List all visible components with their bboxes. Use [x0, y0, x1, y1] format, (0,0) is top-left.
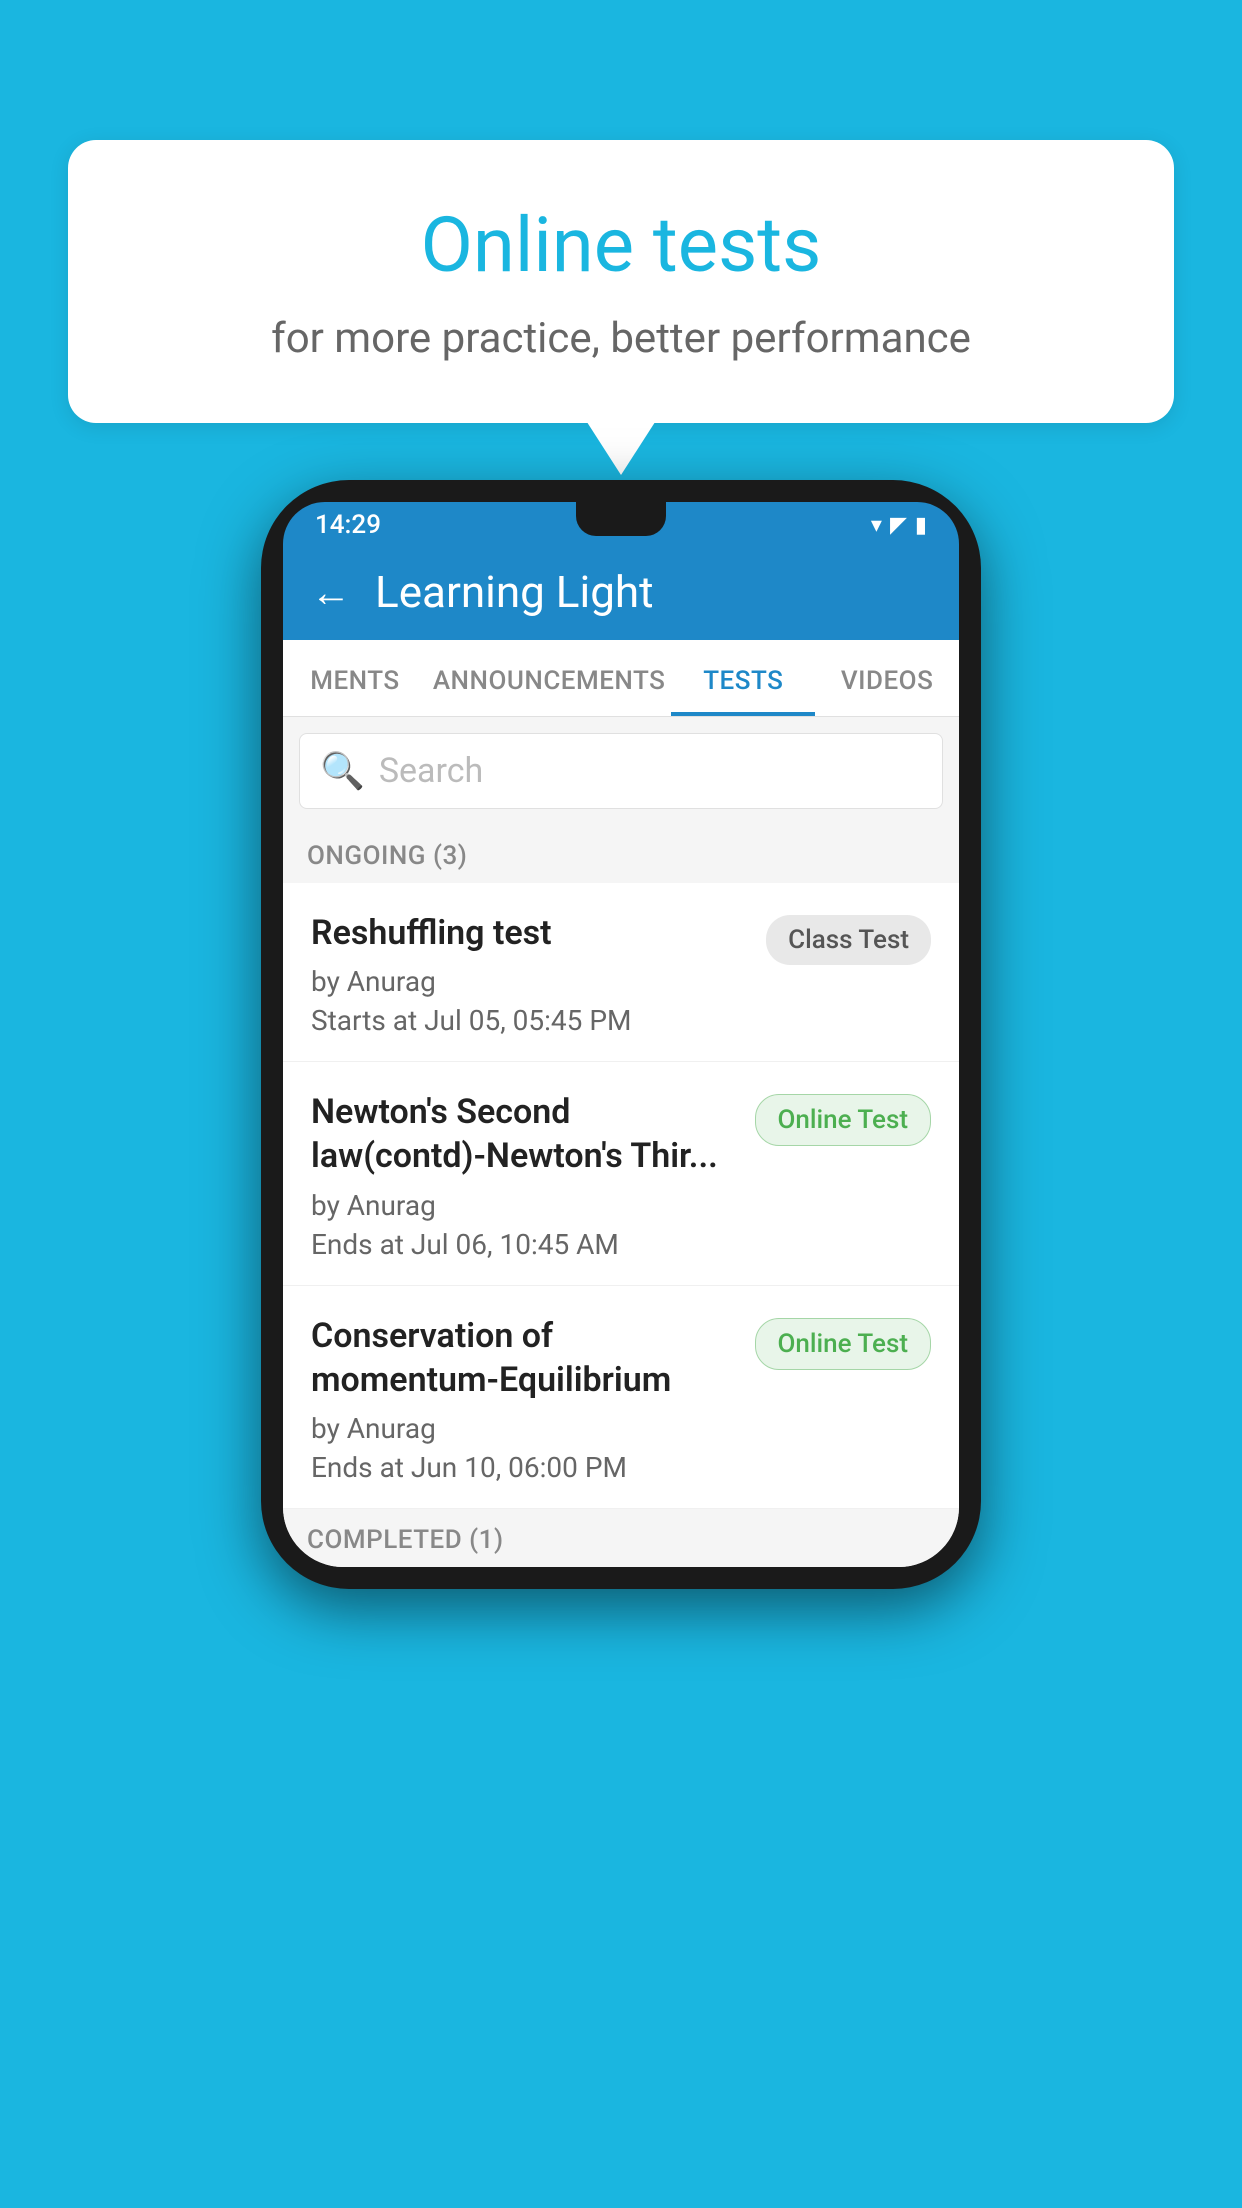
- test-item[interactable]: Conservation of momentum-Equilibrium by …: [283, 1286, 959, 1509]
- bubble-subtitle: for more practice, better performance: [148, 314, 1094, 363]
- test-info: Conservation of momentum-Equilibrium by …: [311, 1314, 739, 1484]
- test-list: Reshuffling test by Anurag Starts at Jul…: [283, 883, 959, 1509]
- test-item[interactable]: Newton's Second law(contd)-Newton's Thir…: [283, 1062, 959, 1285]
- tab-tests[interactable]: TESTS: [671, 640, 815, 716]
- phone-screen: ← Learning Light MENTS ANNOUNCEMENTS TES…: [283, 544, 959, 1567]
- tab-ments[interactable]: MENTS: [283, 640, 427, 716]
- test-info: Newton's Second law(contd)-Newton's Thir…: [311, 1090, 739, 1260]
- ongoing-section-header: ONGOING (3): [283, 825, 959, 883]
- phone-time: 14:29: [315, 510, 381, 540]
- tab-announcements[interactable]: ANNOUNCEMENTS: [427, 640, 672, 716]
- status-bar: 14:29 ▾ ◤ ▮: [283, 502, 959, 544]
- test-time: Starts at Jul 05, 05:45 PM: [311, 1004, 750, 1037]
- completed-section-header: COMPLETED (1): [283, 1509, 959, 1567]
- search-icon: 🔍: [320, 750, 365, 792]
- test-info: Reshuffling test by Anurag Starts at Jul…: [311, 911, 750, 1037]
- test-name: Conservation of momentum-Equilibrium: [311, 1314, 739, 1402]
- status-icons: ▾ ◤ ▮: [871, 513, 927, 538]
- test-name: Reshuffling test: [311, 911, 750, 955]
- phone-outer: 14:29 ▾ ◤ ▮ ← Learning Light MENTS ANNO: [261, 480, 981, 1589]
- wifi-icon: ▾: [871, 513, 882, 538]
- search-bar[interactable]: 🔍 Search: [299, 733, 943, 809]
- test-name: Newton's Second law(contd)-Newton's Thir…: [311, 1090, 739, 1178]
- test-by: by Anurag: [311, 1189, 739, 1222]
- app-header-title: Learning Light: [375, 566, 654, 618]
- search-container: 🔍 Search: [283, 717, 959, 825]
- test-item[interactable]: Reshuffling test by Anurag Starts at Jul…: [283, 883, 959, 1062]
- search-placeholder: Search: [379, 751, 483, 791]
- app-header: ← Learning Light: [283, 544, 959, 640]
- phone-notch: [576, 502, 666, 536]
- back-button[interactable]: ←: [311, 569, 351, 616]
- tab-bar: MENTS ANNOUNCEMENTS TESTS VIDEOS: [283, 640, 959, 717]
- signal-icon: ◤: [890, 513, 907, 538]
- test-badge-online: Online Test: [755, 1094, 932, 1146]
- battery-icon: ▮: [915, 513, 927, 538]
- speech-bubble: Online tests for more practice, better p…: [68, 140, 1174, 423]
- tab-videos[interactable]: VIDEOS: [815, 640, 959, 716]
- test-badge-online: Online Test: [755, 1318, 932, 1370]
- test-by: by Anurag: [311, 1412, 739, 1445]
- speech-bubble-section: Online tests for more practice, better p…: [68, 140, 1174, 423]
- test-badge-class: Class Test: [766, 915, 931, 965]
- phone-mockup: 14:29 ▾ ◤ ▮ ← Learning Light MENTS ANNO: [261, 480, 981, 1589]
- test-time: Ends at Jun 10, 06:00 PM: [311, 1451, 739, 1484]
- test-time: Ends at Jul 06, 10:45 AM: [311, 1228, 739, 1261]
- test-by: by Anurag: [311, 965, 750, 998]
- bubble-title: Online tests: [148, 200, 1094, 290]
